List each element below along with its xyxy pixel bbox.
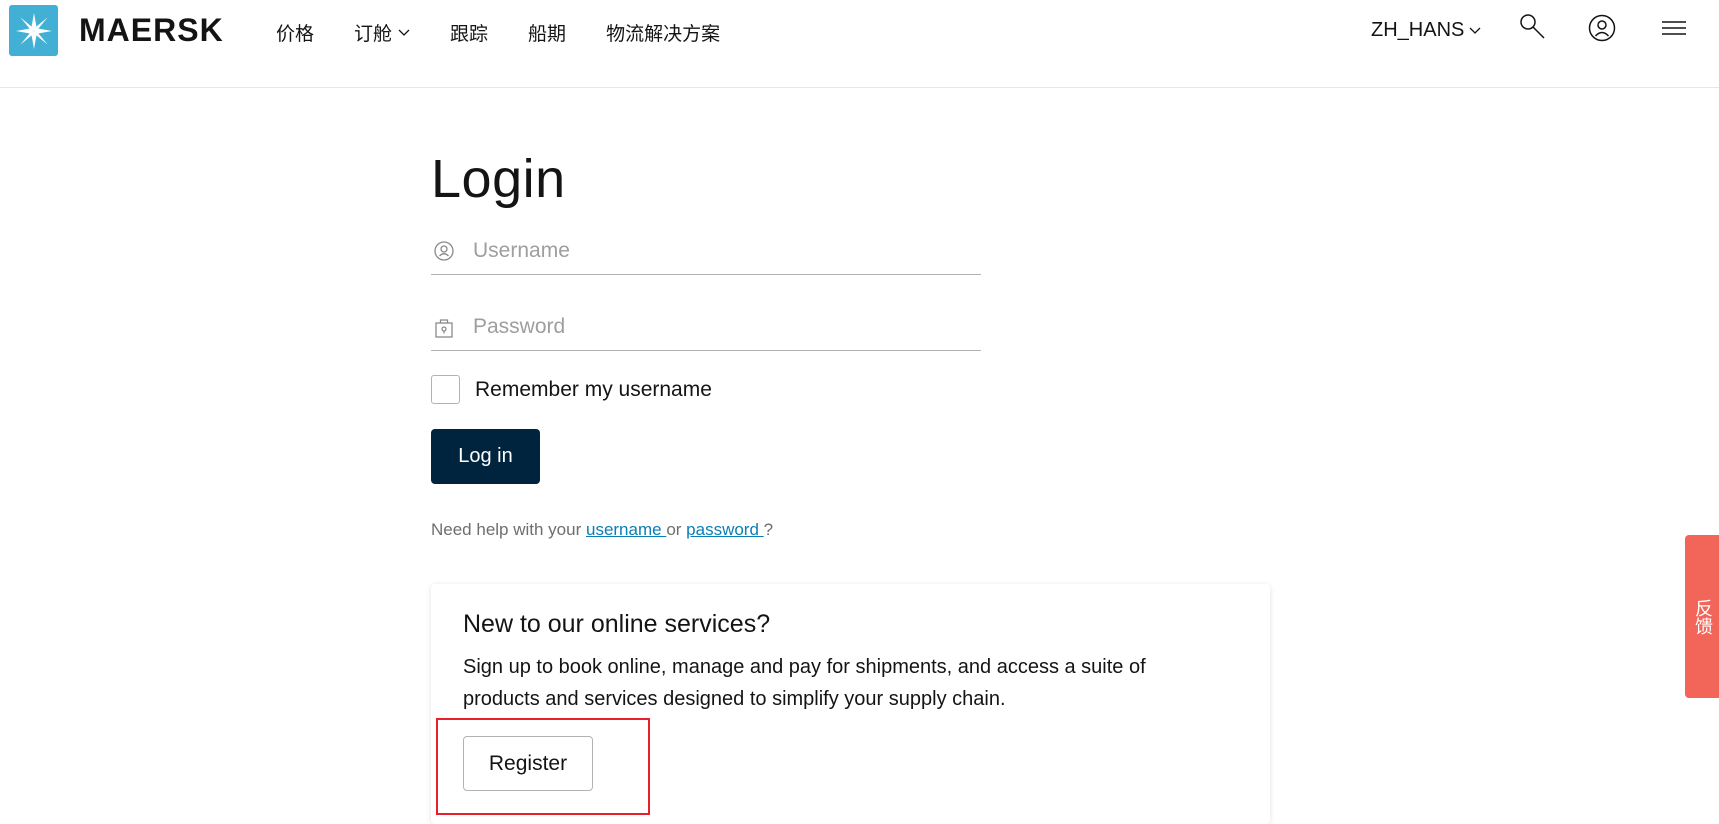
remember-label[interactable]: Remember my username [475,378,712,402]
brand-name[interactable]: MAERSK [79,12,224,49]
chevron-down-icon [1469,27,1481,34]
main-nav: 价格 订舱 跟踪 船期 物流解决方案 [276,19,760,46]
lock-icon [435,319,453,338]
language-label: ZH_HANS [1371,19,1465,41]
chevron-down-icon [398,29,410,36]
remember-username: Remember my username [431,375,712,404]
language-selector[interactable]: ZH_HANS [1371,19,1481,42]
user-icon [434,241,454,261]
page-title: Login [431,149,566,209]
nav-item-price[interactable]: 价格 [276,19,314,46]
feedback-tab[interactable]: 反馈 [1685,535,1719,698]
username-field [431,228,981,275]
account-icon[interactable] [1586,12,1618,44]
nav-item-logistics-solutions[interactable]: 物流解决方案 [606,19,720,46]
nav-item-label: 物流解决方案 [606,24,721,45]
login-button[interactable]: Log in [431,429,540,484]
forgot-password-link[interactable]: password [686,520,763,539]
register-card-text: Sign up to book online, manage and pay f… [463,656,1146,710]
password-input[interactable] [473,315,953,339]
menu-icon[interactable] [1658,12,1690,44]
help-or: or [666,520,687,539]
nav-item-schedules[interactable]: 船期 [528,19,566,46]
nav-item-label: 跟踪 [450,24,489,45]
help-text: Need help with your username or password… [431,520,773,540]
username-input[interactable] [473,239,953,263]
password-field [431,304,981,351]
nav-item-booking[interactable]: 订舱 [354,19,410,46]
nav-item-label: 价格 [276,24,315,45]
nav-item-label: 订舱 [354,24,393,45]
help-prefix: Need help with your [431,520,586,539]
search-icon[interactable] [1517,12,1549,44]
site-header: MAERSK 价格 订舱 跟踪 船期 物流解决方案 ZH_HANS [0,0,1719,88]
register-card-title: New to our online services? [463,610,771,638]
highlight-annotation-box [436,718,650,815]
help-suffix: ? [763,520,774,539]
nav-item-tracking[interactable]: 跟踪 [450,19,488,46]
remember-checkbox[interactable] [431,375,460,404]
maersk-star-logo-icon[interactable] [9,5,58,56]
forgot-username-link[interactable]: username [586,520,666,539]
nav-item-label: 船期 [528,24,567,45]
feedback-label: 反馈 [1692,598,1713,635]
